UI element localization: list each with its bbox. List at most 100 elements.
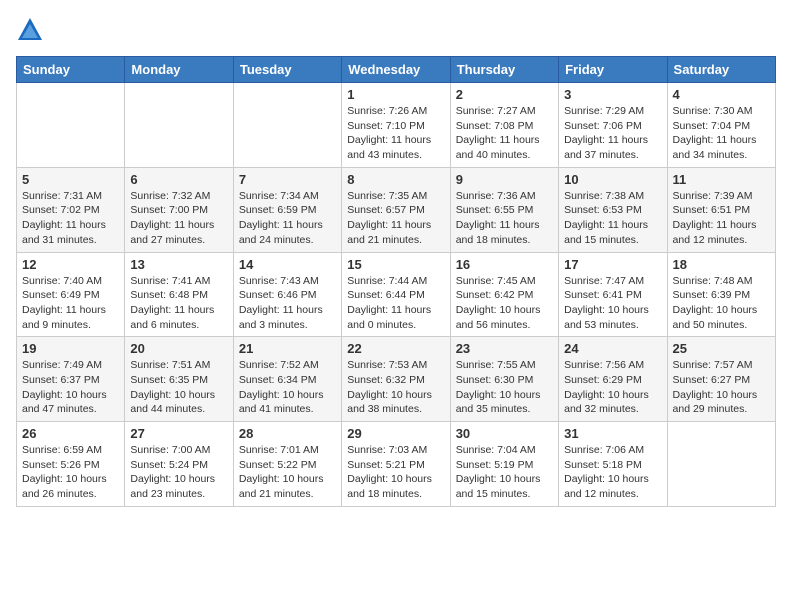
day-number: 20 [130,341,227,356]
calendar-cell: 11Sunrise: 7:39 AM Sunset: 6:51 PM Dayli… [667,167,775,252]
day-info: Sunrise: 7:57 AM Sunset: 6:27 PM Dayligh… [673,358,770,417]
weekday-header: Friday [559,57,667,83]
calendar-cell: 26 Sunrise: 6:59 AM Sunset: 5:26 PM Dayli… [17,422,125,507]
day-number: 10 [564,172,661,187]
day-number: 2 [456,87,553,102]
calendar-week-row: 5 Sunrise: 7:31 AM Sunset: 7:02 PM Daylig… [17,167,776,252]
day-info: Sunrise: 7:47 AM Sunset: 6:41 PM Dayligh… [564,274,661,333]
calendar-cell: 2 Sunrise: 7:27 AM Sunset: 7:08 PM Daylig… [450,83,558,168]
calendar-table: SundayMondayTuesdayWednesdayThursdayFrid… [16,56,776,507]
logo-icon [16,16,44,44]
weekday-header: Tuesday [233,57,341,83]
day-number: 30 [456,426,553,441]
calendar-cell: 25Sunrise: 7:57 AM Sunset: 6:27 PM Dayli… [667,337,775,422]
day-number: 22 [347,341,444,356]
day-number: 6 [130,172,227,187]
day-number: 31 [564,426,661,441]
day-info: Sunrise: 7:34 AM Sunset: 6:59 PM Dayligh… [239,189,336,248]
day-info: Sunrise: 7:29 AM Sunset: 7:06 PM Dayligh… [564,104,661,163]
day-number: 15 [347,257,444,272]
day-number: 14 [239,257,336,272]
day-info: Sunrise: 7:01 AM Sunset: 5:22 PM Dayligh… [239,443,336,502]
calendar-cell: 28Sunrise: 7:01 AM Sunset: 5:22 PM Dayli… [233,422,341,507]
calendar-cell: 1 Sunrise: 7:26 AM Sunset: 7:10 PM Daylig… [342,83,450,168]
calendar-week-row: 1 Sunrise: 7:26 AM Sunset: 7:10 PM Daylig… [17,83,776,168]
calendar-cell: 23 Sunrise: 7:55 AM Sunset: 6:30 PM Dayli… [450,337,558,422]
day-number: 23 [456,341,553,356]
day-info: Sunrise: 7:48 AM Sunset: 6:39 PM Dayligh… [673,274,770,333]
calendar-cell: 31 Sunrise: 7:06 AM Sunset: 5:18 PM Dayli… [559,422,667,507]
day-number: 1 [347,87,444,102]
calendar-cell [17,83,125,168]
calendar-cell [233,83,341,168]
day-info: Sunrise: 7:31 AM Sunset: 7:02 PM Dayligh… [22,189,119,248]
calendar-cell: 5 Sunrise: 7:31 AM Sunset: 7:02 PM Daylig… [17,167,125,252]
weekday-header-row: SundayMondayTuesdayWednesdayThursdayFrid… [17,57,776,83]
day-info: Sunrise: 7:04 AM Sunset: 5:19 PM Dayligh… [456,443,553,502]
calendar-week-row: 12 Sunrise: 7:40 AM Sunset: 6:49 PM Dayli… [17,252,776,337]
calendar-cell [667,422,775,507]
day-info: Sunrise: 7:43 AM Sunset: 6:46 PM Dayligh… [239,274,336,333]
day-number: 18 [673,257,770,272]
day-info: Sunrise: 7:35 AM Sunset: 6:57 PM Dayligh… [347,189,444,248]
day-info: Sunrise: 7:51 AM Sunset: 6:35 PM Dayligh… [130,358,227,417]
day-info: Sunrise: 7:45 AM Sunset: 6:42 PM Dayligh… [456,274,553,333]
logo [16,16,48,44]
calendar-cell: 15 Sunrise: 7:44 AM Sunset: 6:44 PM Dayli… [342,252,450,337]
day-number: 13 [130,257,227,272]
calendar-cell: 16Sunrise: 7:45 AM Sunset: 6:42 PM Dayli… [450,252,558,337]
calendar-week-row: 26 Sunrise: 6:59 AM Sunset: 5:26 PM Dayli… [17,422,776,507]
day-number: 19 [22,341,119,356]
day-info: Sunrise: 6:59 AM Sunset: 5:26 PM Dayligh… [22,443,119,502]
day-info: Sunrise: 7:49 AM Sunset: 6:37 PM Dayligh… [22,358,119,417]
calendar-week-row: 19 Sunrise: 7:49 AM Sunset: 6:37 PM Dayli… [17,337,776,422]
day-info: Sunrise: 7:27 AM Sunset: 7:08 PM Dayligh… [456,104,553,163]
calendar-cell: 9 Sunrise: 7:36 AM Sunset: 6:55 PM Daylig… [450,167,558,252]
day-number: 7 [239,172,336,187]
calendar-cell: 24 Sunrise: 7:56 AM Sunset: 6:29 PM Dayli… [559,337,667,422]
day-number: 26 [22,426,119,441]
day-info: Sunrise: 7:38 AM Sunset: 6:53 PM Dayligh… [564,189,661,248]
calendar-cell: 6 Sunrise: 7:32 AM Sunset: 7:00 PM Daylig… [125,167,233,252]
calendar-cell: 19 Sunrise: 7:49 AM Sunset: 6:37 PM Dayli… [17,337,125,422]
page-header [16,16,776,44]
day-info: Sunrise: 7:55 AM Sunset: 6:30 PM Dayligh… [456,358,553,417]
day-info: Sunrise: 7:32 AM Sunset: 7:00 PM Dayligh… [130,189,227,248]
calendar-cell: 27 Sunrise: 7:00 AM Sunset: 5:24 PM Dayli… [125,422,233,507]
day-info: Sunrise: 7:06 AM Sunset: 5:18 PM Dayligh… [564,443,661,502]
calendar-cell: 8Sunrise: 7:35 AM Sunset: 6:57 PM Daylig… [342,167,450,252]
calendar-cell: 21Sunrise: 7:52 AM Sunset: 6:34 PM Dayli… [233,337,341,422]
day-number: 12 [22,257,119,272]
day-number: 27 [130,426,227,441]
calendar-cell: 18 Sunrise: 7:48 AM Sunset: 6:39 PM Dayli… [667,252,775,337]
calendar-cell: 22Sunrise: 7:53 AM Sunset: 6:32 PM Dayli… [342,337,450,422]
weekday-header: Sunday [17,57,125,83]
day-number: 17 [564,257,661,272]
calendar-cell [125,83,233,168]
day-info: Sunrise: 7:52 AM Sunset: 6:34 PM Dayligh… [239,358,336,417]
day-number: 29 [347,426,444,441]
weekday-header: Monday [125,57,233,83]
day-number: 5 [22,172,119,187]
calendar-cell: 3 Sunrise: 7:29 AM Sunset: 7:06 PM Daylig… [559,83,667,168]
day-info: Sunrise: 7:00 AM Sunset: 5:24 PM Dayligh… [130,443,227,502]
calendar-cell: 17 Sunrise: 7:47 AM Sunset: 6:41 PM Dayli… [559,252,667,337]
day-info: Sunrise: 7:36 AM Sunset: 6:55 PM Dayligh… [456,189,553,248]
day-info: Sunrise: 7:56 AM Sunset: 6:29 PM Dayligh… [564,358,661,417]
calendar-cell: 7 Sunrise: 7:34 AM Sunset: 6:59 PM Daylig… [233,167,341,252]
weekday-header: Wednesday [342,57,450,83]
day-number: 4 [673,87,770,102]
calendar-cell: 20 Sunrise: 7:51 AM Sunset: 6:35 PM Dayli… [125,337,233,422]
day-info: Sunrise: 7:26 AM Sunset: 7:10 PM Dayligh… [347,104,444,163]
day-info: Sunrise: 7:39 AM Sunset: 6:51 PM Dayligh… [673,189,770,248]
calendar-cell: 10 Sunrise: 7:38 AM Sunset: 6:53 PM Dayli… [559,167,667,252]
calendar-cell: 29 Sunrise: 7:03 AM Sunset: 5:21 PM Dayli… [342,422,450,507]
day-info: Sunrise: 7:03 AM Sunset: 5:21 PM Dayligh… [347,443,444,502]
day-info: Sunrise: 7:44 AM Sunset: 6:44 PM Dayligh… [347,274,444,333]
day-number: 3 [564,87,661,102]
day-number: 24 [564,341,661,356]
calendar-cell: 4Sunrise: 7:30 AM Sunset: 7:04 PM Daylig… [667,83,775,168]
calendar-cell: 12 Sunrise: 7:40 AM Sunset: 6:49 PM Dayli… [17,252,125,337]
day-info: Sunrise: 7:40 AM Sunset: 6:49 PM Dayligh… [22,274,119,333]
day-number: 9 [456,172,553,187]
